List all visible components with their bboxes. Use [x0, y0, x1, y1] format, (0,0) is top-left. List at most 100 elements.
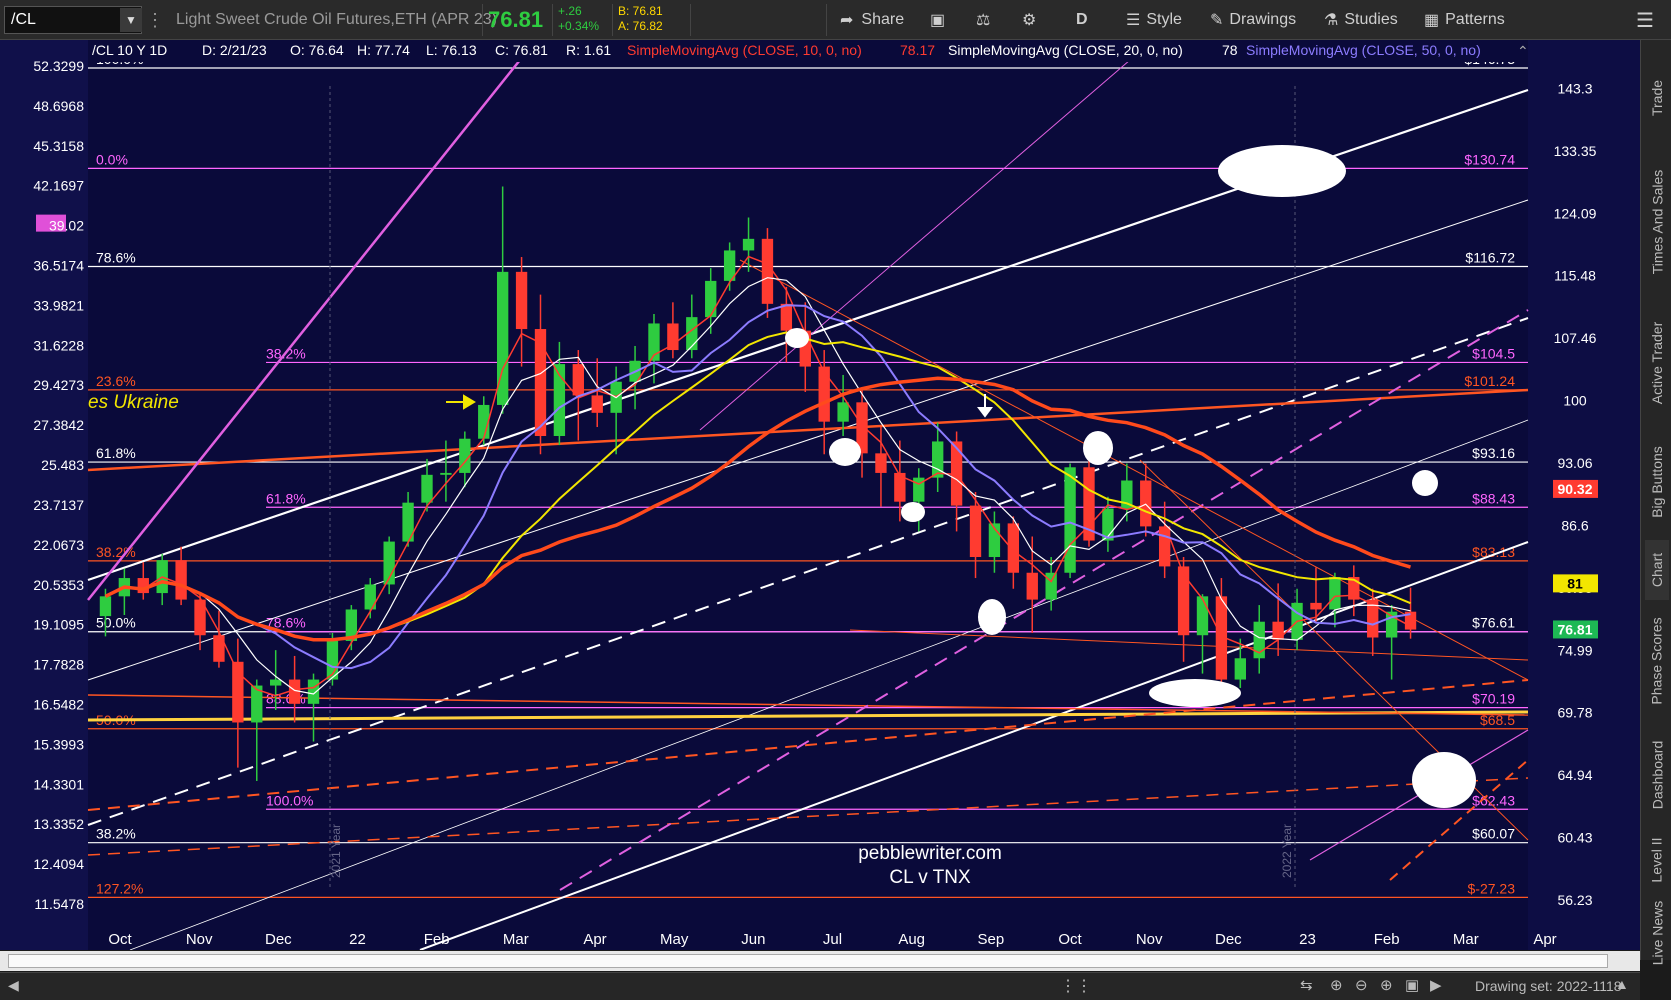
- tab-label: Trade: [1649, 79, 1665, 117]
- chevron-down-icon[interactable]: ▼: [120, 8, 142, 32]
- level-right-label: $116.72: [1465, 249, 1515, 265]
- tab-label: Level II: [1649, 837, 1666, 883]
- arrows-icon[interactable]: ⇆: [1300, 976, 1313, 994]
- tab-level-ii[interactable]: Level II: [1645, 830, 1669, 890]
- year-marker-2021: 2021 Year: [329, 824, 343, 878]
- candle-body: [837, 402, 849, 422]
- left-axis-tick: 48.6968: [33, 98, 84, 114]
- highlight-ellipse: [785, 328, 809, 348]
- x-axis-tick: Mar: [1453, 931, 1479, 948]
- left-axis-tick: 14.3301: [33, 776, 84, 792]
- style-button[interactable]: ☰ Style: [1126, 0, 1182, 40]
- drawings-label: Drawings: [1229, 11, 1297, 28]
- right-axis-tick: 64.94: [1557, 767, 1592, 783]
- change-value: +.26: [558, 4, 582, 18]
- scroll-left-icon[interactable]: ◀: [8, 977, 19, 994]
- left-axis-tick: 11.5478: [34, 896, 84, 912]
- tab-active-trader[interactable]: Active Trader: [1645, 308, 1669, 418]
- display-icon[interactable]: ▣: [930, 0, 945, 40]
- bar-range: R: 1.61: [566, 42, 611, 58]
- period-button[interactable]: D: [1076, 0, 1088, 40]
- year-marker-2022: 2022 Year: [1280, 824, 1294, 878]
- highlight-ellipse: [1412, 470, 1438, 496]
- candle-body: [761, 238, 774, 304]
- left-axis-tick: 12.4094: [33, 856, 84, 872]
- price-chart[interactable]: 100.0%$146.730.0%$130.7478.6%$116.7238.2…: [0, 40, 1640, 951]
- crosshair-icon[interactable]: ⊕: [1330, 976, 1343, 994]
- last-price: 76.81: [488, 7, 544, 32]
- candle-body: [1007, 523, 1020, 573]
- tab-chart[interactable]: Chart: [1645, 540, 1669, 600]
- highlight-ellipse: [901, 502, 925, 522]
- scrollbar-thumb[interactable]: [8, 954, 1608, 968]
- candle-body: [99, 596, 112, 617]
- tab-dashboard[interactable]: Dashboard: [1645, 730, 1669, 820]
- tab-times-and-sales[interactable]: Times And Sales: [1645, 152, 1669, 292]
- share-label: Share: [861, 11, 905, 28]
- x-axis-tick: Nov: [186, 931, 213, 948]
- price-badge-label: 90.32: [1557, 481, 1592, 497]
- level-right-label: $60.07: [1472, 826, 1515, 842]
- candle-body: [1234, 658, 1246, 680]
- highlight-ellipse: [978, 599, 1006, 635]
- x-axis-tick: May: [660, 931, 689, 948]
- bid-value: B: 76.81: [618, 4, 663, 18]
- level-right-label: $104.5: [1472, 345, 1515, 361]
- studies-button[interactable]: ⚗ Studies: [1324, 0, 1398, 40]
- drag-icon[interactable]: ⋮⋮: [1060, 976, 1092, 996]
- right-axis-tick: 56.23: [1557, 892, 1592, 908]
- level-right-label: $93.16: [1472, 445, 1515, 461]
- level-right-label: $76.61: [1472, 615, 1515, 631]
- left-axis-tick: 16.5482: [33, 696, 84, 712]
- candle-body: [1064, 467, 1076, 573]
- tab-big-buttons[interactable]: Big Buttons: [1645, 432, 1669, 532]
- bottom-toolbar: ◀ ⋮⋮ ⇆ ⊕ ⊖ ⊕ ▣ ▶ Drawing set: 2022-1118 …: [0, 972, 1640, 1000]
- study-info-bar: /CL 10 Y 1D D: 2/21/23 O: 76.64 H: 77.74…: [92, 42, 1481, 58]
- patterns-button[interactable]: ▦ Patterns: [1424, 0, 1505, 40]
- studies-label: Studies: [1344, 11, 1398, 28]
- top-toolbar: /CL ▼ ⋮ Light Sweet Crude Oil Futures,ET…: [0, 0, 1671, 40]
- level-right-label: $-27.23: [1468, 880, 1516, 896]
- left-axis-tick: 31.6228: [33, 337, 84, 353]
- scroll-right-icon[interactable]: ▶: [1430, 976, 1442, 994]
- level-right-label: $130.74: [1464, 151, 1515, 167]
- chart-area[interactable]: 100.0%$146.730.0%$130.7478.6%$116.7238.2…: [0, 40, 1640, 951]
- zoom-out-icon[interactable]: ⊖: [1355, 976, 1368, 994]
- fit-icon[interactable]: ▣: [1405, 976, 1419, 994]
- menu-icon[interactable]: ☰: [1636, 0, 1654, 40]
- tab-live-news[interactable]: Live News: [1645, 898, 1669, 968]
- drag-handle-icon[interactable]: ⋮: [146, 0, 164, 40]
- tab-label: Phase Scores: [1649, 617, 1666, 705]
- candle-body: [1196, 596, 1209, 636]
- tab-trade[interactable]: Trade: [1645, 58, 1669, 138]
- level-left-label: 78.6%: [96, 249, 136, 265]
- studies-icon: ⚗: [1324, 12, 1339, 29]
- right-axis-tick: 60.43: [1557, 830, 1592, 846]
- share-button[interactable]: ➦ Share: [840, 0, 904, 40]
- level-right-label: $83.13: [1472, 544, 1515, 560]
- candle-body: [534, 329, 547, 437]
- level-left-label: 61.8%: [96, 445, 136, 461]
- zoom-in-icon[interactable]: ⊕: [1380, 976, 1393, 994]
- candle-body: [1045, 572, 1057, 600]
- chevron-up-icon[interactable]: ▲: [1615, 976, 1629, 992]
- level-left-label: 23.6%: [96, 373, 136, 389]
- horizontal-scrollbar[interactable]: [0, 951, 1640, 971]
- tab-label: Chart: [1649, 552, 1666, 588]
- collapse-icon[interactable]: ⌃: [1517, 43, 1529, 59]
- flask-icon[interactable]: ⚖: [976, 0, 990, 40]
- patterns-icon: ▦: [1424, 12, 1440, 29]
- x-axis-tick: Nov: [1136, 931, 1163, 948]
- gear-icon[interactable]: ⚙: [1022, 0, 1036, 40]
- pencil-icon: ✎: [1210, 12, 1224, 29]
- level-right-label: $70.19: [1472, 691, 1515, 707]
- tab-phase-scores[interactable]: Phase Scores: [1645, 606, 1669, 716]
- right-axis-tick: 86.6: [1561, 517, 1588, 533]
- left-axis-tick: 15.3993: [33, 736, 84, 752]
- share-icon: ➦: [840, 12, 854, 29]
- bar-open: O: 76.64: [290, 42, 344, 58]
- candle-body: [1140, 480, 1152, 527]
- right-axis-tick: 115.48: [1554, 268, 1596, 284]
- level-left-label: 0.0%: [96, 151, 128, 167]
- drawings-button[interactable]: ✎ Drawings: [1210, 0, 1296, 40]
